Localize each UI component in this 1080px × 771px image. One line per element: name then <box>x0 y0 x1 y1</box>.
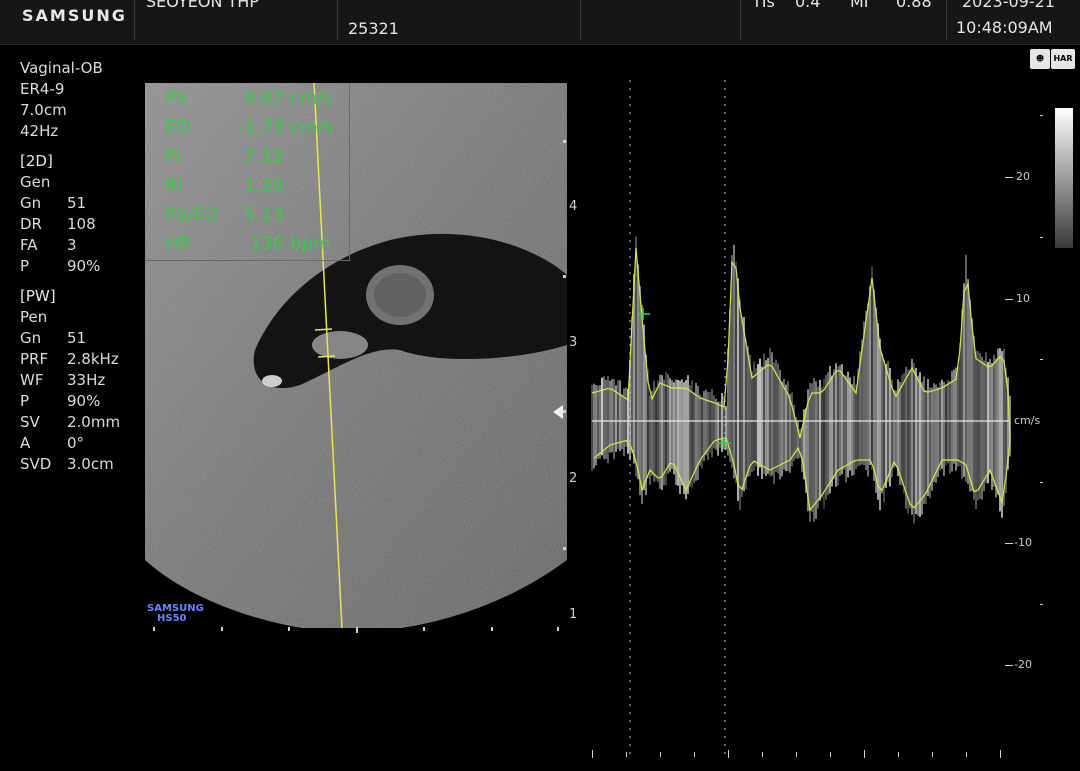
ri-label: RI <box>165 175 183 196</box>
velocity-label: 10 <box>1016 292 1030 305</box>
velocity-unit: cm/s <box>1014 414 1041 427</box>
baby-face-icon[interactable]: ☻ <box>1030 49 1050 69</box>
psed-value: 5.13 <box>244 204 285 225</box>
gate-top <box>314 328 333 331</box>
ed-value: -1.73 cm/s <box>238 117 334 138</box>
har-icon[interactable]: HAR <box>1051 49 1075 69</box>
gate-bottom <box>317 355 336 358</box>
ps-label: PS <box>165 88 188 109</box>
hr-value: 136 bpm <box>250 233 331 254</box>
psed-label: PS/ED <box>165 204 219 225</box>
measurement-panel: PS 8.87 cm/s ED -1.73 cm/s PI 7.12 RI 1.… <box>145 83 350 261</box>
grayscale-bar <box>1055 108 1073 248</box>
embryo <box>312 331 368 359</box>
ed-label: ED <box>165 117 191 138</box>
depth-label-1: 1 <box>569 607 578 622</box>
pi-label: PI <box>165 146 182 167</box>
depth-label-4: 4 <box>569 199 578 214</box>
depth-label-2: 2 <box>569 471 578 486</box>
doppler-spectrum <box>591 236 1011 524</box>
probe-brand: SAMSUNG HS50 <box>147 603 204 624</box>
hr-label: HR <box>165 233 192 254</box>
velocity-label: -20 <box>1014 658 1032 671</box>
ps-value: 8.87 cm/s <box>244 88 333 109</box>
ri-value: 1.20 <box>244 175 285 196</box>
depth-label-3: 3 <box>569 335 578 350</box>
velocity-label: -10 <box>1014 536 1032 549</box>
velocity-label: 20 <box>1016 170 1030 183</box>
pi-value: 7.12 <box>244 146 285 167</box>
